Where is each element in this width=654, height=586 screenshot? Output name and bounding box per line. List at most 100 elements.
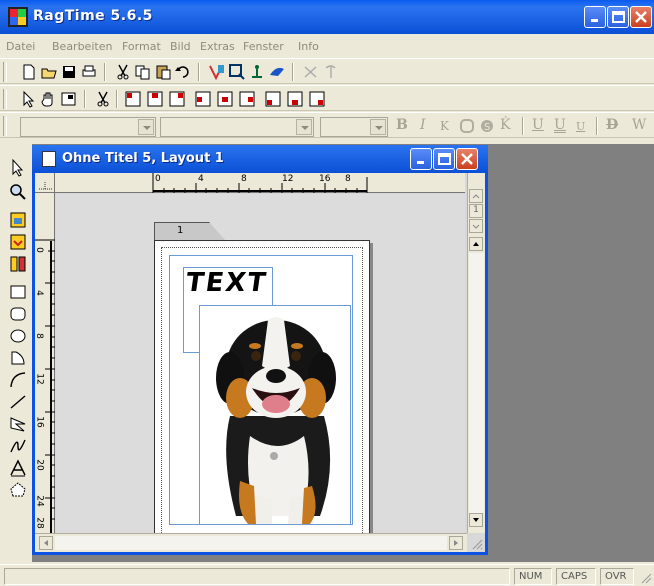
open-folder-icon[interactable] [40,63,58,81]
app-title: RagTime 5.6.5 [33,8,153,24]
align-top-left-icon[interactable] [124,90,142,108]
toolbar-grip[interactable] [3,116,7,136]
freehand-polygon-tool-icon[interactable] [8,414,28,434]
frame-tool-icon[interactable] [60,90,78,108]
arc-tool-icon[interactable] [8,370,28,390]
hscroll-track[interactable] [55,536,447,550]
menu-fenster[interactable]: Fenster [243,40,284,53]
chevron-down-icon [472,224,480,229]
menu-datei[interactable]: Datei [6,40,35,53]
chevron-down-icon[interactable] [370,119,386,135]
chevron-down-icon[interactable] [296,119,312,135]
align-bottom-center-icon[interactable] [286,90,304,108]
help-icon[interactable] [268,63,286,81]
scroll-left-button[interactable] [39,536,53,550]
spreadsheet-tool-icon[interactable] [8,254,28,274]
menu-bearbeiten[interactable]: Bearbeiten [52,40,112,53]
page-tab[interactable]: 1 [154,222,225,240]
maximize-button[interactable] [607,6,629,28]
arrow-tool-icon[interactable] [20,90,38,108]
ragtime-app: RagTime 5.6.5 Datei Bearbeiten Format Bi… [0,0,654,586]
doc-close-button[interactable] [456,148,478,170]
ruler-h-label: 8 [241,174,247,184]
scroll-right-icon [454,540,458,546]
undo-icon[interactable] [174,63,192,81]
font-select[interactable] [160,117,314,137]
menu-extras[interactable]: Extras [200,40,235,53]
bezier-tool-icon[interactable] [8,436,28,456]
vertical-ruler-ticks [35,239,55,533]
ruler-origin[interactable] [35,173,55,193]
close-button[interactable] [630,6,652,28]
strikethrough-icon: D [606,117,619,133]
zoom-window-icon[interactable] [228,63,246,81]
layout-canvas[interactable]: 1 TEXT [56,194,465,533]
cut-icon[interactable] [114,63,132,81]
menu-format[interactable]: Format [122,40,161,53]
app-titlebar[interactable]: RagTime 5.6.5 [0,0,654,34]
align-top-center-icon[interactable] [146,90,164,108]
align-middle-left-icon[interactable] [194,90,212,108]
status-caps: CAPS [556,568,596,585]
oval-tool-icon[interactable] [8,326,28,346]
text-frame-tool-icon[interactable] [8,210,28,230]
scroll-track[interactable] [469,253,484,513]
line-tool-icon[interactable] [8,392,28,412]
minimize-icon [591,19,598,22]
horizontal-ruler[interactable]: 0 4 8 12 16 8 [55,173,465,193]
doc-maximize-button[interactable] [433,148,455,170]
style-select[interactable] [20,117,156,137]
rectangle-tool-icon[interactable] [8,282,28,302]
align-top-right-icon[interactable] [168,90,186,108]
vertical-ruler[interactable]: 0 4 8 12 16 20 24 28 [33,193,55,533]
scroll-down-button[interactable] [469,513,483,527]
layout-page[interactable]: TEXT [154,240,370,533]
save-icon[interactable] [60,63,78,81]
scissors-icon[interactable] [94,90,112,108]
doc-minimize-button[interactable] [410,148,432,170]
zoom-tool-icon[interactable] [8,182,28,202]
text-path-tool-icon[interactable] [8,458,28,478]
menu-bild[interactable]: Bild [170,40,191,53]
page-down-button[interactable] [469,219,483,233]
horizontal-scrollbar[interactable] [35,533,467,552]
toolbar-grip[interactable] [3,62,7,82]
chevron-down-icon[interactable] [138,119,154,135]
polygon-tool-icon[interactable] [8,348,28,368]
ruler-v-label: 12 [34,373,45,385]
document-body: 0 4 8 12 16 8 0 4 8 12 16 20 24 28 1 TEX… [33,173,485,552]
toolbar-grip[interactable] [3,89,7,109]
resize-grip-icon[interactable] [469,536,483,550]
menu-info[interactable]: Info [298,40,319,53]
align-bottom-right-icon[interactable] [308,90,326,108]
hand-tool-icon[interactable] [40,90,58,108]
align-bottom-left-icon[interactable] [264,90,282,108]
superscript-icon: K̇ [500,117,511,133]
inspector-icon[interactable] [208,63,226,81]
scroll-up-button[interactable] [469,237,483,251]
word-underline-icon: U [576,120,586,133]
align-center-icon[interactable] [216,90,234,108]
picture-frame[interactable] [199,305,351,525]
paste-icon[interactable] [154,63,172,81]
new-document-icon[interactable] [20,63,38,81]
custom-shape-tool-icon[interactable] [8,480,28,500]
minimize-button[interactable] [584,6,606,28]
copy-icon[interactable] [134,63,152,81]
rounded-rectangle-tool-icon[interactable] [8,304,28,324]
picture-frame-tool-icon[interactable] [8,232,28,252]
document-titlebar[interactable]: Ohne Titel 5, Layout 1 [32,145,488,173]
status-resize-grip-icon[interactable] [638,570,652,584]
ruler-v-label: 8 [33,333,44,339]
text-frame-content: TEXT [183,268,270,298]
vertical-scrollbar[interactable]: 1 [467,173,485,533]
align-middle-right-icon[interactable] [238,90,256,108]
baseline-icon[interactable] [248,63,266,81]
scroll-right-button[interactable] [449,536,463,550]
page-number-field[interactable]: 1 [469,204,483,218]
print-icon[interactable] [80,63,98,81]
page-up-button[interactable] [469,189,483,203]
pointer-tool-icon[interactable] [8,158,28,178]
format-toolbar: B I K S K̇ U U U D W [0,112,654,138]
size-select[interactable] [320,117,388,137]
